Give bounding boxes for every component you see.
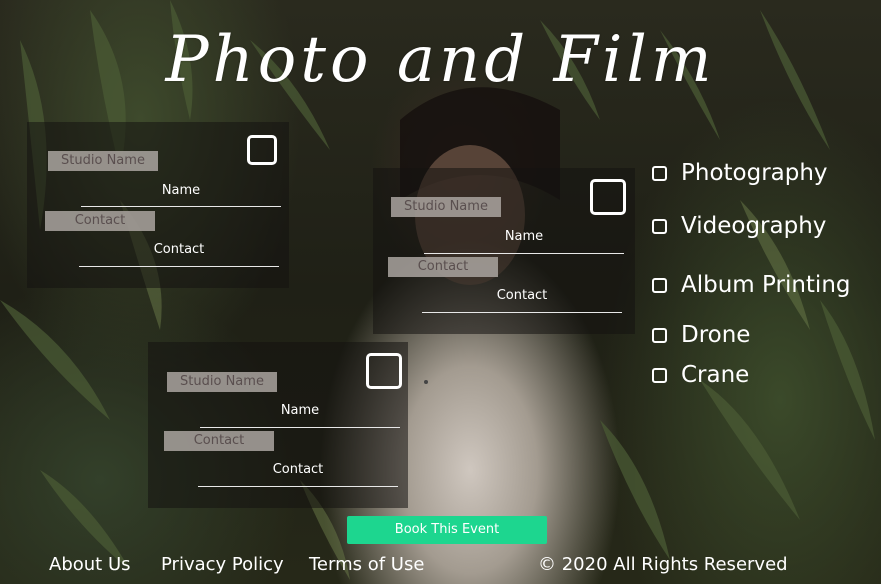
copyright-text: © 2020 All Rights Reserved — [538, 554, 788, 575]
service-option-crane[interactable]: Crane — [652, 362, 749, 388]
checkbox-icon[interactable] — [652, 218, 667, 234]
name-field[interactable] — [81, 206, 281, 207]
name-field[interactable] — [424, 253, 624, 254]
contact-pill[interactable]: Contact — [45, 211, 155, 231]
card-select-checkbox[interactable] — [366, 353, 402, 389]
studio-name-pill[interactable]: Studio Name — [391, 197, 501, 217]
footer-link-about[interactable]: About Us — [49, 554, 131, 575]
contact-pill[interactable]: Contact — [164, 431, 274, 451]
service-label: Videography — [681, 213, 827, 239]
name-label: Name — [280, 403, 320, 418]
booking-card: Studio Name Name Contact Contact — [373, 168, 635, 334]
checkbox-icon[interactable] — [652, 277, 667, 293]
studio-name-pill[interactable]: Studio Name — [48, 151, 158, 171]
contact-field[interactable] — [198, 486, 398, 487]
service-label: Crane — [681, 362, 750, 388]
checkbox-icon[interactable] — [652, 165, 667, 181]
booking-card: Studio Name Name Contact Contact — [148, 342, 408, 508]
contact-pill[interactable]: Contact — [388, 257, 498, 277]
studio-name-pill[interactable]: Studio Name — [167, 372, 277, 392]
contact-label: Contact — [272, 462, 324, 477]
service-label: Photography — [681, 160, 828, 186]
book-event-button[interactable]: Book This Event — [347, 516, 547, 544]
service-option-videography[interactable]: Videography — [652, 213, 826, 239]
contact-field[interactable] — [422, 312, 622, 313]
service-option-drone[interactable]: Drone — [652, 322, 750, 348]
page-title: Photo and Film — [165, 23, 716, 97]
contact-label: Contact — [153, 242, 205, 257]
service-option-album-printing[interactable]: Album Printing — [652, 272, 851, 298]
decorative-dot — [424, 380, 428, 384]
name-field[interactable] — [200, 427, 400, 428]
footer-link-privacy[interactable]: Privacy Policy — [161, 554, 284, 575]
booking-card: Studio Name Name Contact Contact — [27, 122, 289, 288]
service-option-photography[interactable]: Photography — [652, 160, 828, 186]
checkbox-icon[interactable] — [652, 367, 667, 383]
footer-link-terms[interactable]: Terms of Use — [309, 554, 424, 575]
card-select-checkbox[interactable] — [590, 179, 626, 215]
contact-label: Contact — [496, 288, 548, 303]
service-label: Drone — [681, 322, 751, 348]
contact-field[interactable] — [79, 266, 279, 267]
name-label: Name — [161, 183, 201, 198]
checkbox-icon[interactable] — [652, 327, 667, 343]
service-label: Album Printing — [681, 272, 851, 298]
card-select-checkbox[interactable] — [247, 135, 277, 165]
name-label: Name — [504, 229, 544, 244]
